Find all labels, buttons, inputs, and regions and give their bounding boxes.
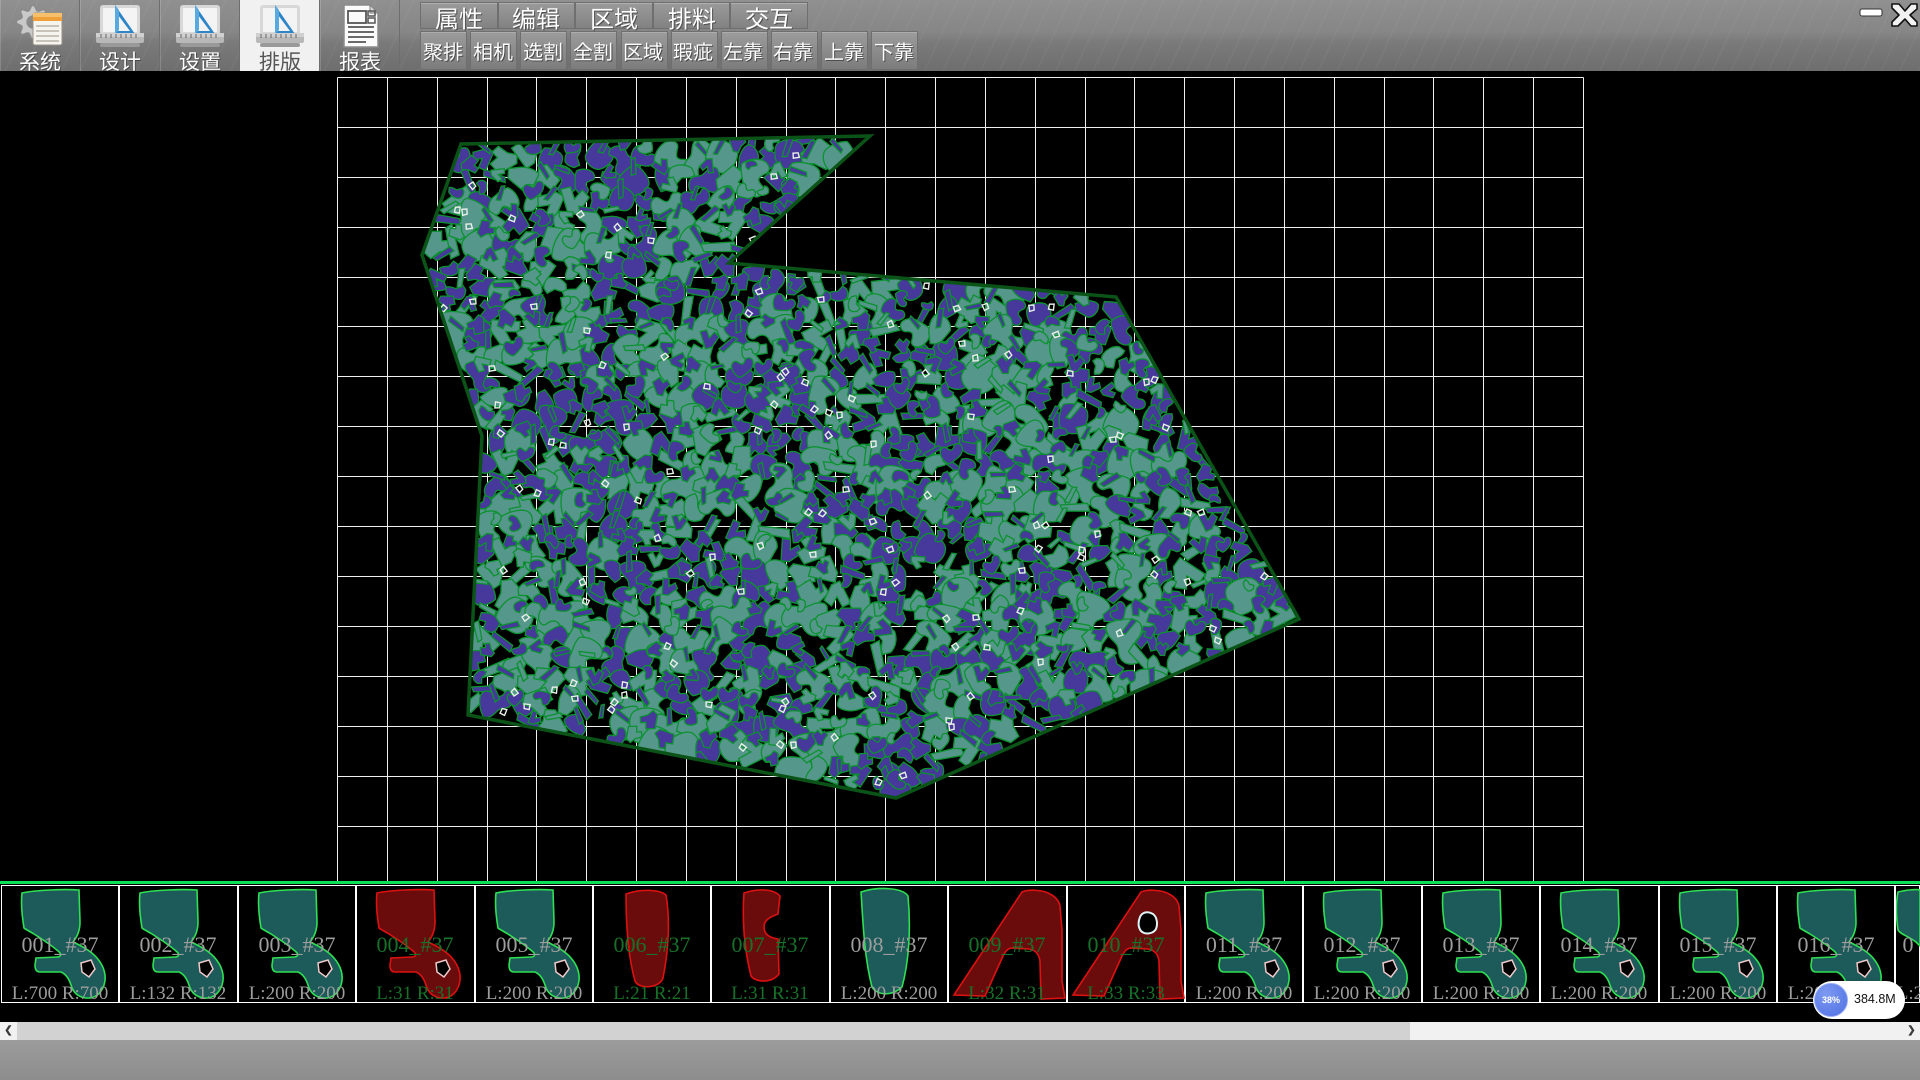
svg-text:L:32 R:31: L:32 R:31	[968, 983, 1046, 1002]
svg-text:L:200 R:200: L:200 R:200	[1314, 983, 1411, 1002]
svg-text:L:700 R:700: L:700 R:700	[12, 983, 109, 1002]
svg-text:010_#37: 010_#37	[1087, 932, 1164, 957]
svg-text:013_#37: 013_#37	[1442, 932, 1519, 957]
svg-text:L:200 R:200: L:200 R:200	[249, 983, 346, 1002]
svg-text:003_#37: 003_#37	[258, 932, 335, 957]
svg-text:L:33 R:33: L:33 R:33	[1087, 983, 1165, 1002]
svg-text:006_#37: 006_#37	[614, 932, 691, 957]
svg-text:L:31 R:31: L:31 R:31	[376, 983, 454, 1002]
svg-text:005_#37: 005_#37	[495, 932, 572, 957]
svg-text:L:200 R:200: L:200 R:200	[485, 983, 582, 1002]
svg-text:007_#37: 007_#37	[732, 932, 809, 957]
svg-text:002_#37: 002_#37	[140, 932, 217, 957]
svg-text:0: 0	[1903, 932, 1914, 957]
svg-text:009_#37: 009_#37	[969, 932, 1046, 957]
svg-text:L:200 R:200: L:200 R:200	[1433, 983, 1530, 1002]
svg-text:008_#37: 008_#37	[850, 932, 927, 957]
svg-text:012_#37: 012_#37	[1324, 932, 1401, 957]
svg-text:014_#37: 014_#37	[1561, 932, 1638, 957]
svg-text:L:21 R:21: L:21 R:21	[613, 983, 691, 1002]
svg-text:L:200 R:200: L:200 R:200	[841, 983, 938, 1002]
svg-text:004_#37: 004_#37	[377, 932, 454, 957]
svg-text:015_#37: 015_#37	[1679, 932, 1756, 957]
svg-text:L:200 R:200: L:200 R:200	[1551, 983, 1648, 1002]
svg-text:L:200 R:200: L:200 R:200	[1196, 983, 1293, 1002]
svg-text:001_#37: 001_#37	[22, 932, 99, 957]
svg-text:L:31 R:31: L:31 R:31	[732, 983, 810, 1002]
svg-text:L:200 R:200: L:200 R:200	[1669, 983, 1766, 1002]
svg-text:016_#37: 016_#37	[1798, 932, 1875, 957]
svg-text:011_#37: 011_#37	[1206, 932, 1282, 957]
svg-text:L:132 R:132: L:132 R:132	[130, 983, 227, 1002]
